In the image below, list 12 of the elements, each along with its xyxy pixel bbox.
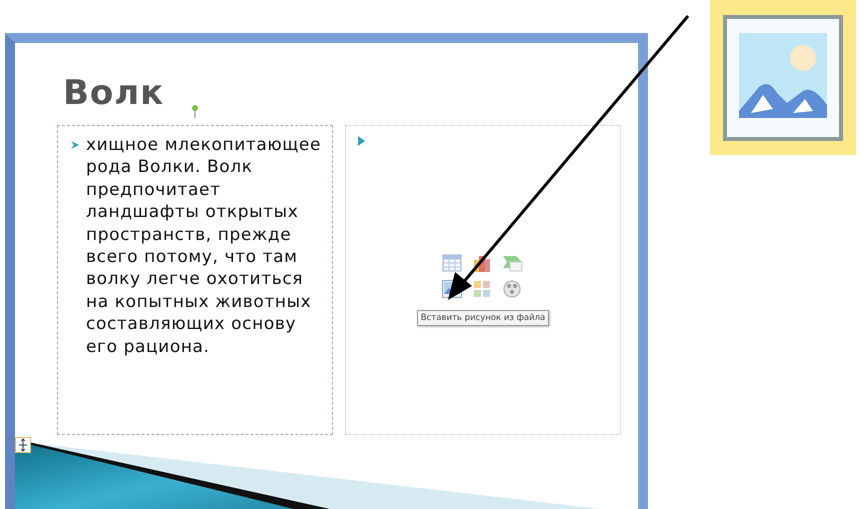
slide-title: Волк xyxy=(63,73,164,113)
tooltip: Вставить рисунок из файла xyxy=(416,310,550,326)
chart-icon[interactable] xyxy=(472,254,492,272)
rotate-handle-icon xyxy=(191,104,199,118)
autofit-icon[interactable] xyxy=(15,437,31,453)
clipart-icon[interactable] xyxy=(472,280,492,298)
bullet-icon xyxy=(70,140,80,150)
film-reel-icon[interactable] xyxy=(502,280,522,298)
smartart-icon[interactable] xyxy=(502,254,524,272)
table-icon[interactable] xyxy=(442,254,462,272)
bullet-text: хищное млекопитающее рода Волки. Волк предпочитает ландшафты открытых пространств, прежде всего потому, что там волку легче охотиться на копытных животных составляющих основу его рациона. xyxy=(86,134,322,358)
bullet-icon xyxy=(358,136,365,146)
